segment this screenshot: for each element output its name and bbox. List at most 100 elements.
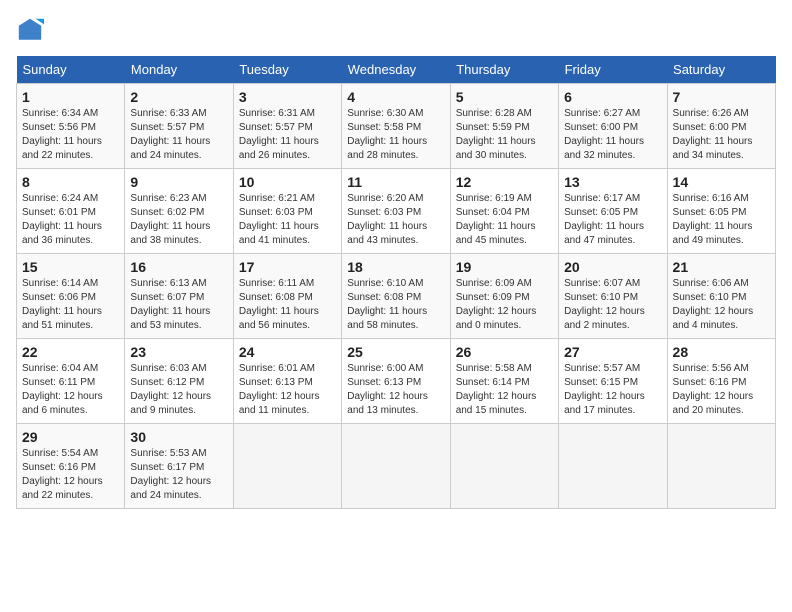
sunrise-text: Sunrise: 6:07 AM: [564, 278, 640, 289]
calendar-cell: 20Sunrise: 6:07 AMSunset: 6:10 PMDayligh…: [559, 254, 667, 339]
calendar-cell: 19Sunrise: 6:09 AMSunset: 6:09 PMDayligh…: [450, 254, 558, 339]
sunset-text: Sunset: 6:00 PM: [564, 122, 638, 133]
sunset-text: Sunset: 6:04 PM: [456, 207, 530, 218]
daylight-text: Daylight: 12 hours and 15 minutes.: [456, 391, 537, 416]
calendar-cell: 24Sunrise: 6:01 AMSunset: 6:13 PMDayligh…: [233, 339, 341, 424]
daylight-text: Daylight: 12 hours and 11 minutes.: [239, 391, 320, 416]
calendar-cell: 2Sunrise: 6:33 AMSunset: 5:57 PMDaylight…: [125, 84, 233, 169]
calendar-cell: 25 Sunrise: 6:00 AM Sunset: 6:13 PM Dayligh…: [342, 339, 450, 424]
week-row-1: 1 Sunrise: 6:34 AM Sunset: 5:56 PM Daylight…: [17, 84, 776, 169]
day-number: 4: [347, 89, 444, 105]
daylight-text: Daylight: 12 hours and 9 minutes.: [130, 391, 211, 416]
daylight-text: Daylight: 11 hours and 56 minutes.: [239, 306, 319, 331]
calendar-table: SundayMondayTuesdayWednesdayThursdayFrid…: [16, 56, 776, 509]
sunrise-text: Sunrise: 6:01 AM: [239, 363, 315, 374]
week-row-2: 8 Sunrise: 6:24 AM Sunset: 6:01 PM Daylight…: [17, 169, 776, 254]
daylight-text: Daylight: 11 hours and 53 minutes.: [130, 306, 210, 331]
sunrise-text: Sunrise: 6:00 AM: [347, 363, 423, 374]
col-header-sunday: Sunday: [17, 56, 125, 84]
daylight-text: Daylight: 12 hours and 20 minutes.: [673, 391, 754, 416]
daylight-text: Daylight: 11 hours and 30 minutes.: [456, 136, 536, 161]
day-info: Sunrise: 6:26 AMSunset: 6:00 PMDaylight:…: [673, 107, 770, 163]
day-info: Sunrise: 6:16 AMSunset: 6:05 PMDaylight:…: [673, 192, 770, 248]
sunrise-text: Sunrise: 6:31 AM: [239, 108, 315, 119]
day-number: 16: [130, 259, 227, 275]
calendar-cell: 28Sunrise: 5:56 AMSunset: 6:16 PMDayligh…: [667, 339, 775, 424]
sunrise-text: Sunrise: 6:21 AM: [239, 193, 315, 204]
daylight-text: Daylight: 11 hours and 28 minutes.: [347, 136, 427, 161]
day-info: Sunrise: 5:58 AM Sunset: 6:14 PM Daylight:…: [456, 362, 553, 418]
sunset-text: Sunset: 6:16 PM: [22, 462, 96, 473]
day-number: 8: [22, 174, 119, 190]
sunrise-text: Sunrise: 6:30 AM: [347, 108, 423, 119]
day-info: Sunrise: 5:54 AM Sunset: 6:16 PM Daylight:…: [22, 447, 119, 503]
sunset-text: Sunset: 5:57 PM: [239, 122, 313, 133]
sunset-text: Sunset: 6:15 PM: [564, 377, 638, 388]
sunrise-text: Sunrise: 6:03 AM: [130, 363, 206, 374]
calendar-cell: 5Sunrise: 6:28 AMSunset: 5:59 PMDaylight…: [450, 84, 558, 169]
sunset-text: Sunset: 6:07 PM: [130, 292, 204, 303]
daylight-text: Daylight: 12 hours and 0 minutes.: [456, 306, 537, 331]
page-header: [16, 16, 776, 44]
day-info: Sunrise: 5:53 AMSunset: 6:17 PMDaylight:…: [130, 447, 227, 503]
daylight-text: Daylight: 12 hours and 6 minutes.: [22, 391, 103, 416]
calendar-cell: 12 Sunrise: 6:19 AMSunset: 6:04 PMDayligh…: [450, 169, 558, 254]
col-header-friday: Friday: [559, 56, 667, 84]
day-number: 22: [22, 344, 119, 360]
day-number: 21: [673, 259, 770, 275]
sunset-text: Sunset: 6:09 PM: [456, 292, 530, 303]
col-header-thursday: Thursday: [450, 56, 558, 84]
day-number: 1: [22, 89, 119, 105]
sunset-text: Sunset: 6:13 PM: [347, 377, 421, 388]
daylight-text: Daylight: 11 hours and 41 minutes.: [239, 221, 319, 246]
daylight-text: Daylight: 11 hours and 22 minutes.: [22, 136, 102, 161]
col-header-saturday: Saturday: [667, 56, 775, 84]
col-header-wednesday: Wednesday: [342, 56, 450, 84]
sunrise-text: Sunrise: 6:24 AM: [22, 193, 98, 204]
sunrise-text: Sunrise: 5:54 AM: [22, 448, 98, 459]
day-number: 27: [564, 344, 661, 360]
calendar-cell: 9Sunrise: 6:23 AMSunset: 6:02 PMDaylight…: [125, 169, 233, 254]
daylight-text: Daylight: 11 hours and 38 minutes.: [130, 221, 210, 246]
day-info: Sunrise: 6:20 AMSunset: 6:03 PMDaylight:…: [347, 192, 444, 248]
calendar-cell: [342, 424, 450, 509]
sunset-text: Sunset: 6:06 PM: [22, 292, 96, 303]
daylight-text: Daylight: 12 hours and 22 minutes.: [22, 476, 103, 501]
daylight-text: Daylight: 12 hours and 13 minutes.: [347, 391, 428, 416]
sunrise-text: Sunrise: 6:14 AM: [22, 278, 98, 289]
day-number: 6: [564, 89, 661, 105]
sunset-text: Sunset: 6:14 PM: [456, 377, 530, 388]
calendar-cell: 29Sunrise: 5:54 AMSunset: 6:16 PMDayligh…: [17, 424, 125, 509]
day-number: 25: [347, 344, 444, 360]
day-info: Sunrise: 6:09 AMSunset: 6:09 PMDaylight:…: [456, 277, 553, 333]
daylight-text: Daylight: 12 hours and 24 minutes.: [130, 476, 211, 501]
daylight-text: Daylight: 11 hours and 36 minutes.: [22, 221, 102, 246]
sunset-text: Sunset: 5:58 PM: [347, 122, 421, 133]
day-info: Sunrise: 6:03 AMSunset: 6:12 PMDaylight:…: [130, 362, 227, 418]
calendar-cell: 4 Sunrise: 6:30 AM Sunset: 5:58 PM Daylight…: [342, 84, 450, 169]
day-number: 7: [673, 89, 770, 105]
day-info: Sunrise: 6:28 AMSunset: 5:59 PMDaylight:…: [456, 107, 553, 163]
sunset-text: Sunset: 5:56 PM: [22, 122, 96, 133]
logo: [16, 16, 48, 44]
sunset-text: Sunset: 6:17 PM: [130, 462, 204, 473]
day-number: 12: [456, 174, 553, 190]
sunrise-text: Sunrise: 6:13 AM: [130, 278, 206, 289]
day-number: 18: [347, 259, 444, 275]
day-info: Sunrise: 6:00 AM Sunset: 6:13 PM Daylight:…: [347, 362, 444, 418]
day-info: Sunrise: 6:23 AMSunset: 6:02 PMDaylight:…: [130, 192, 227, 248]
calendar-cell: 15Sunrise: 6:14 AMSunset: 6:06 PMDayligh…: [17, 254, 125, 339]
day-info: Sunrise: 6:13 AM Sunset: 6:07 PM Daylight:…: [130, 277, 227, 333]
sunset-text: Sunset: 6:05 PM: [564, 207, 638, 218]
calendar-cell: 26Sunrise: 5:58 AMSunset: 6:14 PMDayligh…: [450, 339, 558, 424]
sunrise-text: Sunrise: 5:58 AM: [456, 363, 532, 374]
sunrise-text: Sunrise: 6:10 AM: [347, 278, 423, 289]
sunrise-text: Sunrise: 6:34 AM: [22, 108, 98, 119]
day-info: Sunrise: 6:19 AMSunset: 6:04 PMDaylight:…: [456, 192, 553, 248]
daylight-text: Daylight: 12 hours and 4 minutes.: [673, 306, 754, 331]
sunset-text: Sunset: 6:01 PM: [22, 207, 96, 218]
calendar-cell: 6Sunrise: 6:27 AMSunset: 6:00 PMDaylight…: [559, 84, 667, 169]
sunset-text: Sunset: 6:03 PM: [239, 207, 313, 218]
calendar-cell: 16 Sunrise: 6:13 AM Sunset: 6:07 PM Dayligh…: [125, 254, 233, 339]
daylight-text: Daylight: 11 hours and 24 minutes.: [130, 136, 210, 161]
